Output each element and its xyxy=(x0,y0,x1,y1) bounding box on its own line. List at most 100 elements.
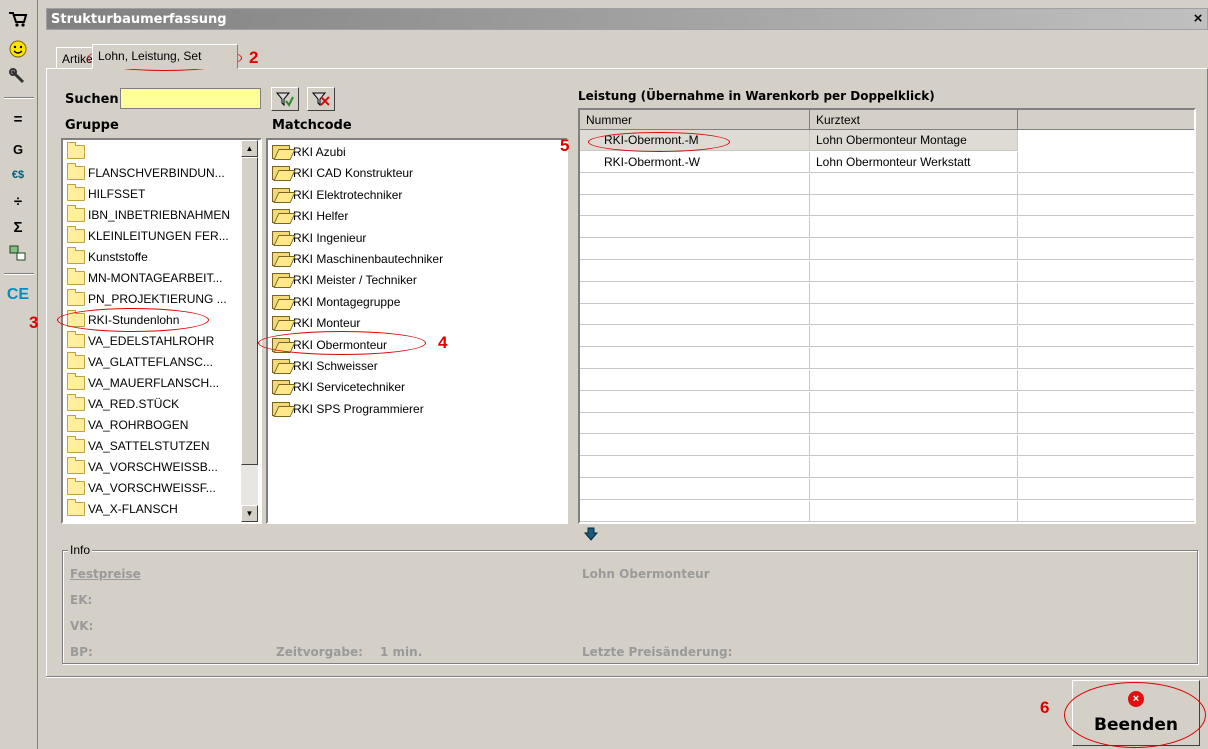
matchcode-item[interactable]: RKI Azubi xyxy=(272,141,346,163)
cell-kurztext xyxy=(810,413,1018,435)
cell-nummer xyxy=(580,391,810,413)
cart-icon[interactable] xyxy=(6,8,30,30)
scroll-up-icon[interactable]: ▲ xyxy=(241,140,258,157)
matchcode-item[interactable]: RKI Helfer xyxy=(272,205,348,227)
open-folder-icon xyxy=(272,187,290,202)
cell-empty xyxy=(1018,304,1194,325)
folder-icon xyxy=(67,289,85,306)
leistung-grid[interactable]: Nummer Kurztext RKI-Obermont.-M Lohn Ober… xyxy=(578,108,1196,524)
matchcode-item[interactable]: RKI SPS Programmierer xyxy=(272,398,424,420)
folder-icon xyxy=(67,436,85,453)
cell-empty xyxy=(1018,479,1194,500)
matchcode-item[interactable]: RKI Elektrotechniker xyxy=(272,184,402,206)
matchcode-item-label: RKI CAD Konstrukteur xyxy=(293,166,414,181)
matchcode-item-label: RKI Ingenieur xyxy=(293,230,367,245)
gruppe-item[interactable] xyxy=(67,141,88,163)
table-row-empty xyxy=(580,413,1194,435)
matchcode-header: Matchcode xyxy=(272,118,352,133)
gruppe-scrollbar[interactable]: ▲ ▼ xyxy=(241,140,258,522)
gruppe-item[interactable]: PN_PROJEKTIERUNG ... xyxy=(67,288,227,310)
matchcode-item-label: RKI SPS Programmierer xyxy=(293,401,424,416)
gruppe-item[interactable]: FLANSCHVERBINDUN... xyxy=(67,162,225,184)
festpreise-link[interactable]: Festpreise xyxy=(70,567,141,581)
toolbar-separator xyxy=(4,273,34,275)
gruppe-item[interactable]: VA_ROHRBOGEN xyxy=(67,414,188,436)
gruppe-item[interactable]: VA_SATTELSTUTZEN xyxy=(67,435,210,457)
cell-kurztext xyxy=(810,260,1018,282)
filter-apply-button[interactable] xyxy=(271,87,299,111)
gruppe-item-label: VA_GLATTEFLANSC... xyxy=(88,355,213,369)
gruppe-item[interactable]: VA_X-FLANSCH xyxy=(67,498,178,520)
wrench-icon[interactable] xyxy=(6,66,30,88)
matchcode-item[interactable]: RKI Montagegruppe xyxy=(272,291,400,313)
gruppe-item-label: VA_SATTELSTUTZEN xyxy=(88,439,210,453)
cell-nummer xyxy=(580,435,810,457)
euro-dollar-icon[interactable]: €$ xyxy=(6,164,30,186)
gruppe-item[interactable]: VA_RED.STÜCK xyxy=(67,393,179,415)
cell-nummer xyxy=(580,173,810,195)
matchcode-item-label: RKI Elektrotechniker xyxy=(293,187,403,202)
cell-kurztext xyxy=(810,195,1018,217)
cell-kurztext xyxy=(810,304,1018,326)
gruppe-item-label: VA_VORSCHWEISSF... xyxy=(88,481,216,495)
divide-icon[interactable]: ÷ xyxy=(6,190,30,212)
close-icon[interactable]: × xyxy=(1189,10,1207,28)
cell-kurztext xyxy=(810,369,1018,391)
matchcode-item[interactable]: RKI Servicetechniker xyxy=(272,376,405,398)
ce-icon[interactable]: CE xyxy=(6,284,30,306)
search-input[interactable] xyxy=(120,88,261,109)
cell-empty xyxy=(1018,348,1194,369)
table-row[interactable]: RKI-Obermont.-W Lohn Obermonteur Werkstat… xyxy=(580,151,1194,173)
cell-kurztext: Lohn Obermonteur Montage xyxy=(810,130,1018,151)
gruppe-item[interactable]: MN-MONTAGEARBEIT... xyxy=(67,267,222,289)
matchcode-item[interactable]: RKI Meister / Techniker xyxy=(272,269,417,291)
cell-empty xyxy=(1018,195,1194,216)
table-row-empty xyxy=(580,435,1194,457)
gruppe-item[interactable]: VA_VORSCHWEISSF... xyxy=(67,477,216,499)
gruppe-item-label: VA_RED.STÜCK xyxy=(88,397,180,411)
table-row-empty xyxy=(580,478,1194,500)
matchcode-item[interactable]: RKI CAD Konstrukteur xyxy=(272,162,413,184)
open-folder-icon xyxy=(272,273,290,288)
sum-icon[interactable]: Σ xyxy=(6,216,30,238)
filter-clear-button[interactable] xyxy=(307,87,335,111)
scroll-down-icon[interactable]: ▼ xyxy=(241,505,258,522)
gruppe-item-label: VA_VORSCHWEISSB... xyxy=(88,460,218,474)
gruppe-item[interactable]: HILFSSET xyxy=(67,183,145,205)
gruppe-item[interactable]: Kunststoffe xyxy=(67,246,148,268)
gruppe-item[interactable]: IBN_INBETRIEBNAHMEN xyxy=(67,204,230,226)
table-row-empty xyxy=(580,457,1194,478)
gruppe-item[interactable]: KLEINLEITUNGEN FER... xyxy=(67,225,229,247)
transfer-icon[interactable] xyxy=(6,242,30,264)
letzte-preisaenderung-label: Letzte Preisänderung: xyxy=(582,645,733,659)
equals-icon[interactable]: = xyxy=(6,108,30,130)
gruppe-item-label: MN-MONTAGEARBEIT... xyxy=(88,271,223,285)
gruppe-item[interactable]: VA_MAUERFLANSCH... xyxy=(67,372,219,394)
column-header-kurztext[interactable]: Kurztext xyxy=(810,110,1018,130)
cell-nummer xyxy=(580,195,810,217)
tab-lohn-leistung-set[interactable]: Lohn, Leistung, Set xyxy=(92,44,238,69)
gruppe-item[interactable]: VA_GLATTEFLANSC... xyxy=(67,351,213,373)
gruppe-item[interactable]: VA_EDELSTAHLROHR xyxy=(67,330,214,352)
matchcode-item[interactable]: RKI Ingenieur xyxy=(272,227,366,249)
cell-kurztext: Lohn Obermonteur Werkstatt xyxy=(810,151,1018,173)
annotation-number: 4 xyxy=(438,333,448,352)
cell-kurztext xyxy=(810,391,1018,413)
cell-nummer xyxy=(580,478,810,500)
cell-kurztext xyxy=(810,478,1018,500)
cell-empty xyxy=(1018,392,1194,413)
gruppe-item[interactable]: VA_VORSCHWEISSB... xyxy=(67,456,218,478)
arrow-down-icon[interactable] xyxy=(583,527,599,544)
matchcode-item[interactable]: RKI Maschinenbautechniker xyxy=(272,248,443,270)
matchcode-item[interactable]: RKI Schweisser xyxy=(272,355,378,377)
column-header-empty xyxy=(1018,110,1194,130)
gruppe-item-label: VA_EDELSTAHLROHR xyxy=(88,334,215,348)
matchcode-item-label: RKI Azubi xyxy=(293,145,346,159)
scroll-thumb[interactable] xyxy=(241,157,258,465)
column-header-nummer[interactable]: Nummer xyxy=(580,110,810,130)
folder-icon xyxy=(67,331,85,348)
matchcode-item-label: RKI Meister / Techniker xyxy=(293,273,417,288)
smiley-icon[interactable] xyxy=(6,38,30,60)
cell-nummer xyxy=(580,260,810,282)
g-icon[interactable]: G xyxy=(6,138,30,160)
